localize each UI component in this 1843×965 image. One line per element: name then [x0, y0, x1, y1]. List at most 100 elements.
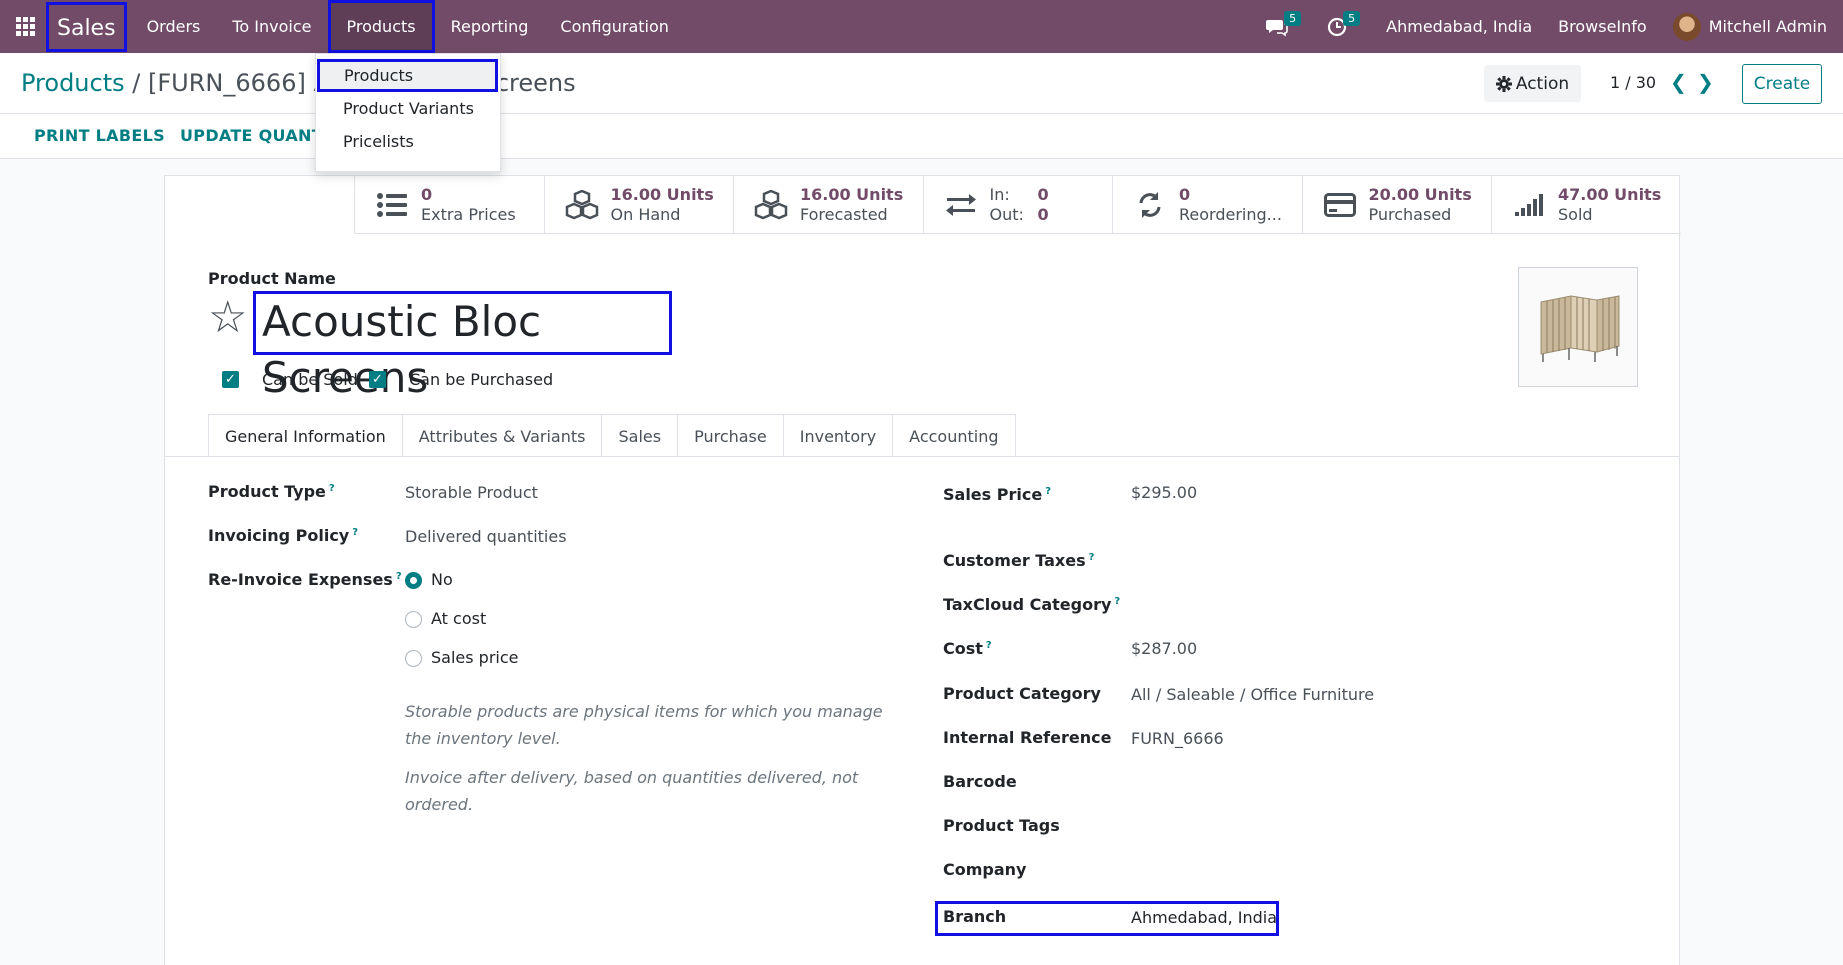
cost-label: Cost? — [943, 639, 992, 658]
sales-price-field[interactable]: $295.00 — [1131, 483, 1197, 502]
dropdown-item-product-variants[interactable]: Product Variants — [316, 92, 500, 125]
can-be-purchased-label: Can be Purchased — [409, 370, 554, 389]
activity-menu[interactable]: 5 — [1314, 11, 1373, 37]
dropdown-item-products[interactable]: Products — [317, 59, 498, 92]
tab-general-information[interactable]: General Information — [208, 414, 403, 457]
stat-value: 47.00 Units — [1558, 185, 1662, 204]
menu-orders[interactable]: Orders — [131, 0, 217, 53]
company-field[interactable] — [1131, 858, 1551, 882]
stat-in-out[interactable]: In: 0 Out: 0 — [922, 176, 1113, 234]
menu-configuration[interactable]: Configuration — [544, 0, 685, 53]
pager-next-icon[interactable]: ❯ — [1697, 70, 1714, 94]
app-brand[interactable]: Sales — [46, 1, 127, 52]
reinvoice-no-radio[interactable] — [405, 572, 422, 589]
invoicing-policy-field[interactable]: Delivered quantities — [405, 527, 567, 546]
tabs-divider — [165, 456, 1679, 457]
reinvoice-at-cost-radio[interactable] — [405, 611, 422, 628]
help-tooltip-icon[interactable]: ? — [1114, 596, 1120, 607]
print-labels-button[interactable]: PRINT LABELS — [34, 126, 165, 145]
product-category-label: Product Category — [943, 684, 1101, 703]
can-be-sold-checkbox[interactable]: ✓ — [222, 371, 239, 388]
internal-reference-field[interactable]: FURN_6666 — [1131, 729, 1224, 748]
help-storable-text: Storable products are physical items for… — [405, 702, 883, 748]
stat-value: 16.00 Units — [610, 185, 714, 204]
stat-in-label: In: — [989, 185, 1010, 204]
help-invoice-text: Invoice after delivery, based on quantit… — [405, 768, 859, 814]
product-image[interactable] — [1518, 267, 1638, 387]
activities-badge: 5 — [1343, 11, 1361, 26]
tab-inventory[interactable]: Inventory — [783, 414, 894, 457]
control-panel: Products / [FURN_6666] Acoustic Bloc Scr… — [0, 53, 1843, 114]
barcode-field[interactable] — [1131, 770, 1551, 794]
product-name-label: Product Name — [208, 269, 336, 288]
notebook-tabs: General Information Attributes & Variant… — [208, 414, 1016, 457]
company-label: Company — [943, 860, 1027, 879]
tab-attributes-variants[interactable]: Attributes & Variants — [402, 414, 603, 457]
top-navbar: Sales Orders To Invoice Products Reporti… — [0, 0, 1843, 53]
branch-switcher[interactable]: Ahmedabad, India — [1373, 17, 1545, 36]
reinvoice-sales-price-radio[interactable] — [405, 650, 422, 667]
help-tooltip-icon[interactable]: ? — [1089, 552, 1095, 563]
product-type-label: Product Type? — [208, 482, 335, 501]
help-tooltip-icon[interactable]: ? — [1045, 486, 1051, 497]
reinvoice-expenses-label: Re-Invoice Expenses? — [208, 570, 402, 589]
menu-reporting[interactable]: Reporting — [435, 0, 545, 53]
help-tooltip-icon[interactable]: ? — [329, 483, 335, 494]
action-button[interactable]: Action — [1484, 65, 1581, 102]
can-be-sold-label: Can be Sold — [262, 370, 358, 389]
refresh-icon — [1133, 190, 1167, 220]
apps-menu-icon[interactable] — [0, 0, 50, 53]
product-category-field[interactable]: All / Saleable / Office Furniture — [1131, 685, 1374, 704]
tab-sales[interactable]: Sales — [602, 414, 679, 457]
customer-taxes-field[interactable] — [1131, 549, 1551, 573]
menu-products[interactable]: Products — [327, 0, 435, 53]
stat-forecasted[interactable]: 16.00 Units Forecasted — [733, 176, 923, 234]
credit-card-icon — [1323, 190, 1357, 220]
stat-value: 0 — [421, 185, 433, 204]
help-tooltip-icon[interactable]: ? — [986, 640, 992, 651]
stat-reordering[interactable]: 0 Reordering... — [1112, 176, 1302, 234]
product-tags-label: Product Tags — [943, 816, 1060, 835]
messaging-menu[interactable]: 5 — [1253, 11, 1314, 37]
products-dropdown-menu: Products Product Variants Pricelists — [315, 53, 501, 172]
stat-out-value: 0 — [1037, 205, 1049, 224]
menu-to-invoice[interactable]: To Invoice — [216, 0, 327, 53]
favorite-star-icon[interactable]: ☆ — [208, 296, 247, 340]
stat-value: 20.00 Units — [1368, 185, 1472, 204]
taxcloud-category-field[interactable] — [1131, 593, 1551, 617]
stat-in-value: 0 — [1037, 185, 1049, 204]
smart-buttons: 0 Extra Prices 16.00 Units On Hand 16.00 U… — [354, 176, 1681, 234]
gear-icon — [1495, 75, 1512, 92]
stat-value: 0 — [1179, 185, 1191, 204]
product-name-field[interactable]: Acoustic Bloc Screens — [253, 291, 672, 402]
screen-product-picture — [1540, 295, 1620, 362]
stat-label: Sold — [1558, 205, 1593, 224]
pager-previous-icon[interactable]: ❮ — [1670, 70, 1687, 94]
user-menu[interactable]: Mitchell Admin — [1660, 12, 1843, 41]
reinvoice-at-cost-label: At cost — [431, 609, 487, 628]
stat-sold[interactable]: 47.00 Units Sold — [1491, 176, 1681, 234]
stat-label: On Hand — [610, 205, 681, 224]
pager-value[interactable]: 1 / 30 — [1610, 73, 1656, 92]
stat-label: Extra Prices — [421, 205, 516, 224]
stat-extra-prices[interactable]: 0 Extra Prices — [354, 176, 544, 234]
stat-on-hand[interactable]: 16.00 Units On Hand — [543, 176, 734, 234]
cost-field[interactable]: $287.00 — [1131, 639, 1197, 658]
stat-out-label: Out: — [989, 205, 1024, 224]
stat-purchased[interactable]: 20.00 Units Purchased — [1301, 176, 1492, 234]
breadcrumb-products-link[interactable]: Products — [21, 69, 125, 97]
stat-value: 16.00 Units — [800, 185, 904, 204]
create-button[interactable]: Create — [1742, 64, 1822, 104]
can-be-purchased-checkbox[interactable]: ✓ — [369, 371, 386, 388]
product-tags-field[interactable] — [1131, 814, 1551, 838]
dropdown-item-pricelists[interactable]: Pricelists — [316, 125, 500, 158]
tab-accounting[interactable]: Accounting — [893, 414, 1016, 457]
product-type-field[interactable]: Storable Product — [405, 483, 538, 502]
branch-field[interactable]: Ahmedabad, India — [1131, 908, 1277, 927]
reinvoice-no-label: No — [431, 570, 453, 589]
tab-purchase[interactable]: Purchase — [678, 414, 784, 457]
help-tooltip-icon[interactable]: ? — [396, 571, 402, 582]
help-tooltip-icon[interactable]: ? — [352, 527, 358, 538]
company-switcher[interactable]: BrowseInfo — [1545, 17, 1660, 36]
invoicing-policy-label: Invoicing Policy? — [208, 526, 359, 545]
